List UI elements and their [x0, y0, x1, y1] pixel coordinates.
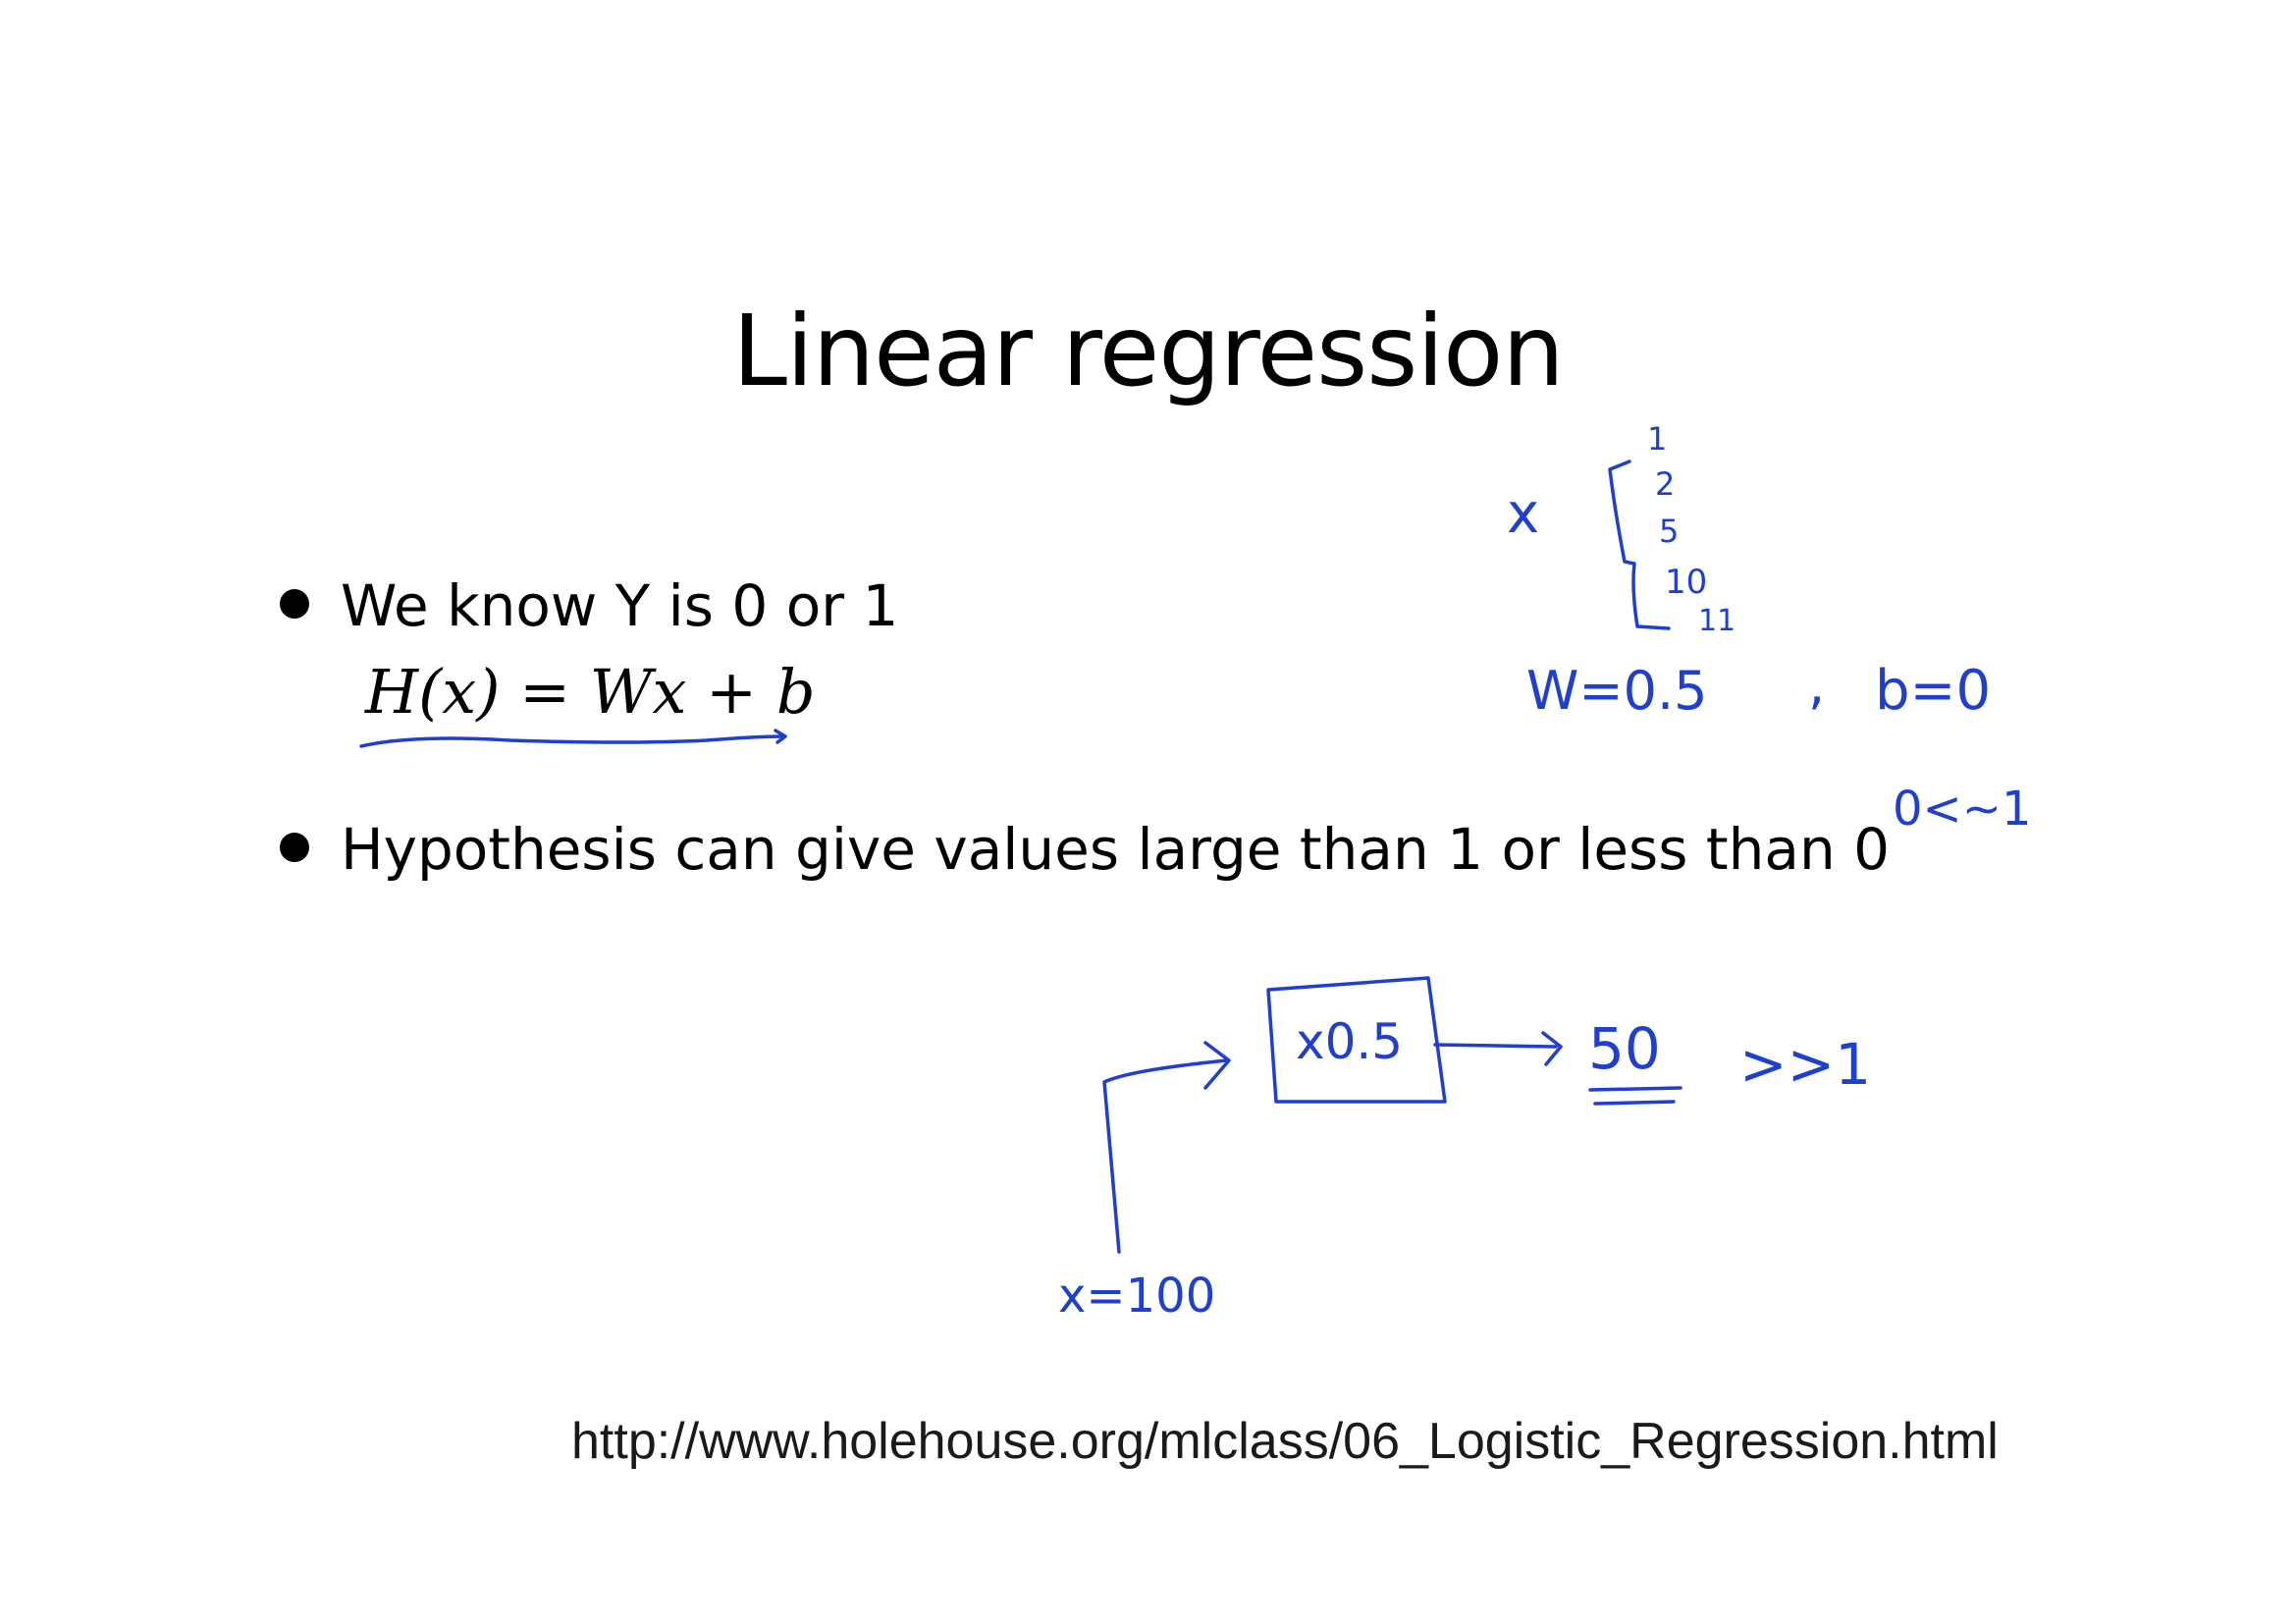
x-bracket [1608, 460, 1671, 630]
bullet-item-1: We know Y is 0 or 1 [280, 571, 898, 640]
source-url: http://www.holehouse.org/mlclass/06_Logi… [571, 1413, 1999, 1470]
multiply-box [1266, 976, 1447, 1104]
output-double-underline-2 [1593, 1100, 1676, 1106]
output-arrowhead [1541, 1031, 1563, 1066]
input-arrowhead [1203, 1041, 1231, 1090]
box-label: x0.5 [1296, 1013, 1403, 1070]
output-double-underline-1 [1588, 1086, 1682, 1092]
comma-mark: , [1808, 654, 1825, 716]
x-value-2: 2 [1655, 465, 1675, 503]
bullet-dot-icon [280, 588, 309, 619]
slide-title: Linear regression [732, 294, 1564, 408]
bullet-dot-icon [280, 832, 309, 862]
slide: Linear regression We know Y is 0 or 1 H(… [0, 0, 2296, 1624]
hypothesis-formula: H(x) = Wx + b [365, 656, 816, 728]
output-line [1433, 1043, 1558, 1049]
formula-underline [359, 734, 787, 748]
bullet-item-2: Hypothesis can give values large than 1 … [280, 815, 1890, 884]
b-value: b=0 [1875, 659, 1991, 723]
x-value-3: 5 [1659, 513, 1679, 550]
input-value: x=100 [1058, 1269, 1215, 1324]
output-value: 50 [1588, 1015, 1661, 1082]
input-line [1102, 1058, 1229, 1254]
x-value-4: 10 [1665, 563, 1707, 602]
much-greater-note: >>1 [1739, 1031, 1871, 1098]
x-label: x [1507, 482, 1539, 546]
w-value: W=0.5 [1526, 660, 1708, 722]
bullet-text-1: We know Y is 0 or 1 [341, 572, 899, 639]
handwritten-annotations: x 1 2 5 10 11 W=0.5 , b=0 0<~1 x0.5 50 >… [359, 420, 2032, 1324]
range-note: 0<~1 [1893, 782, 2032, 837]
formula-underline-tick [774, 729, 787, 744]
bullet-text-2: Hypothesis can give values large than 1 … [341, 816, 1891, 883]
x-value-1: 1 [1647, 420, 1667, 458]
x-value-5: 11 [1698, 604, 1735, 638]
